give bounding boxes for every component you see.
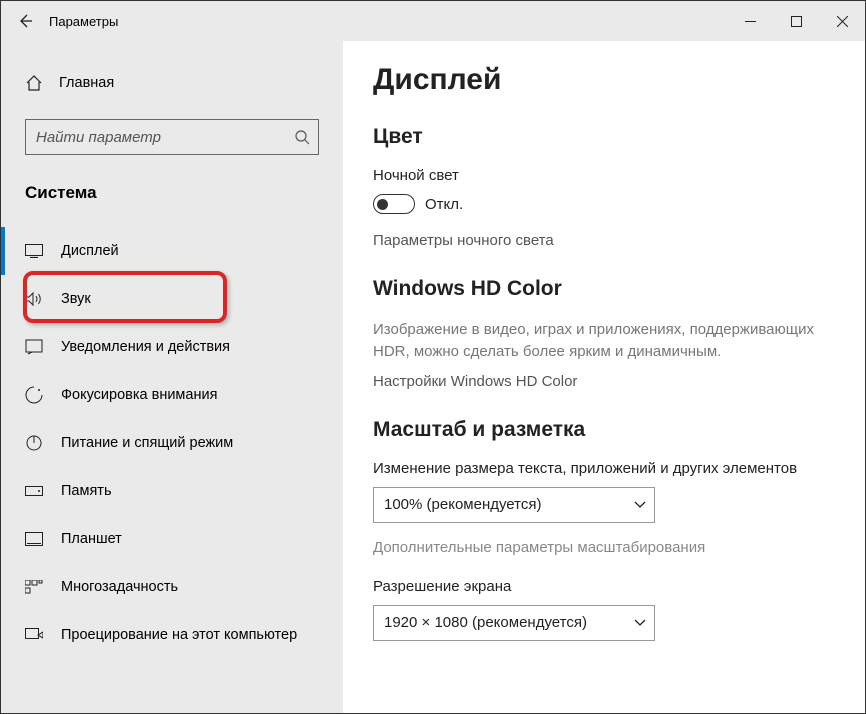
section-hd: Windows HD Color xyxy=(373,277,835,301)
resolution-value: 1920 × 1080 (рекомендуется) xyxy=(384,614,587,631)
storage-icon xyxy=(25,486,43,496)
sidebar-item-label: Планшет xyxy=(61,531,122,547)
minimize-icon xyxy=(745,16,756,27)
home-icon xyxy=(25,74,43,92)
advanced-scale-link[interactable]: Дополнительные параметры масштабирования xyxy=(373,539,835,556)
sidebar-item-tablet[interactable]: Планшет xyxy=(1,515,319,563)
home-label: Главная xyxy=(59,75,114,91)
sidebar-item-display[interactable]: Дисплей xyxy=(1,227,319,275)
search-input[interactable] xyxy=(25,119,319,155)
scale-select[interactable]: 100% (рекомендуется) xyxy=(373,487,655,523)
sidebar-item-label: Фокусировка внимания xyxy=(61,387,217,403)
sidebar-item-label: Уведомления и действия xyxy=(61,339,230,355)
notifications-icon xyxy=(25,339,43,355)
window-title: Параметры xyxy=(49,14,727,29)
sidebar-item-focus[interactable]: Фокусировка внимания xyxy=(1,371,319,419)
minimize-button[interactable] xyxy=(727,1,773,41)
sidebar-item-label: Проецирование на этот компьютер xyxy=(61,627,297,643)
home-button[interactable]: Главная xyxy=(25,63,319,103)
sidebar-item-sound[interactable]: Звук xyxy=(1,275,319,323)
sidebar-item-notifications[interactable]: Уведомления и действия xyxy=(1,323,319,371)
resolution-label: Разрешение экрана xyxy=(373,578,835,595)
power-icon xyxy=(25,434,43,452)
section-scale: Масштаб и разметка xyxy=(373,418,835,442)
night-light-toggle[interactable] xyxy=(373,194,415,214)
display-icon xyxy=(25,244,43,258)
back-button[interactable] xyxy=(1,13,49,29)
toggle-state: Откл. xyxy=(425,196,463,213)
sound-icon xyxy=(25,291,43,307)
tablet-icon xyxy=(25,532,43,546)
search-icon xyxy=(294,129,310,145)
night-light-label: Ночной свет xyxy=(373,167,835,184)
sidebar-item-label: Память xyxy=(61,483,112,499)
category-heading: Система xyxy=(25,183,319,203)
section-color: Цвет xyxy=(373,125,835,149)
sidebar-item-label: Дисплей xyxy=(61,243,119,259)
hd-settings-link[interactable]: Настройки Windows HD Color xyxy=(373,373,835,390)
content-area: Дисплей Цвет Ночной свет Откл. Параметры… xyxy=(343,41,865,713)
resolution-select[interactable]: 1920 × 1080 (рекомендуется) xyxy=(373,605,655,641)
titlebar: Параметры xyxy=(1,1,865,41)
sidebar-item-label: Питание и спящий режим xyxy=(61,435,233,451)
sidebar-item-project[interactable]: Проецирование на этот компьютер xyxy=(1,611,319,659)
night-light-settings-link[interactable]: Параметры ночного света xyxy=(373,232,835,249)
chevron-down-icon xyxy=(634,619,646,627)
sidebar-item-storage[interactable]: Память xyxy=(1,467,319,515)
focus-icon xyxy=(25,386,43,404)
arrow-left-icon xyxy=(17,13,33,29)
search-field[interactable] xyxy=(36,129,294,146)
sidebar: Главная Система Дисплей Зву xyxy=(1,41,343,713)
sidebar-item-label: Звук xyxy=(61,291,91,307)
sidebar-item-multitask[interactable]: Многозадачность xyxy=(1,563,319,611)
maximize-icon xyxy=(791,16,802,27)
close-button[interactable] xyxy=(819,1,865,41)
sidebar-item-power[interactable]: Питание и спящий режим xyxy=(1,419,319,467)
page-title: Дисплей xyxy=(373,63,835,97)
maximize-button[interactable] xyxy=(773,1,819,41)
scale-label: Изменение размера текста, приложений и д… xyxy=(373,460,835,477)
scale-value: 100% (рекомендуется) xyxy=(384,496,541,513)
hd-description: Изображение в видео, играх и приложениях… xyxy=(373,319,835,363)
sidebar-item-label: Многозадачность xyxy=(61,579,178,595)
multitask-icon xyxy=(25,580,43,594)
chevron-down-icon xyxy=(634,501,646,509)
highlight-frame xyxy=(23,271,227,323)
project-icon xyxy=(25,628,43,642)
close-icon xyxy=(837,16,848,27)
